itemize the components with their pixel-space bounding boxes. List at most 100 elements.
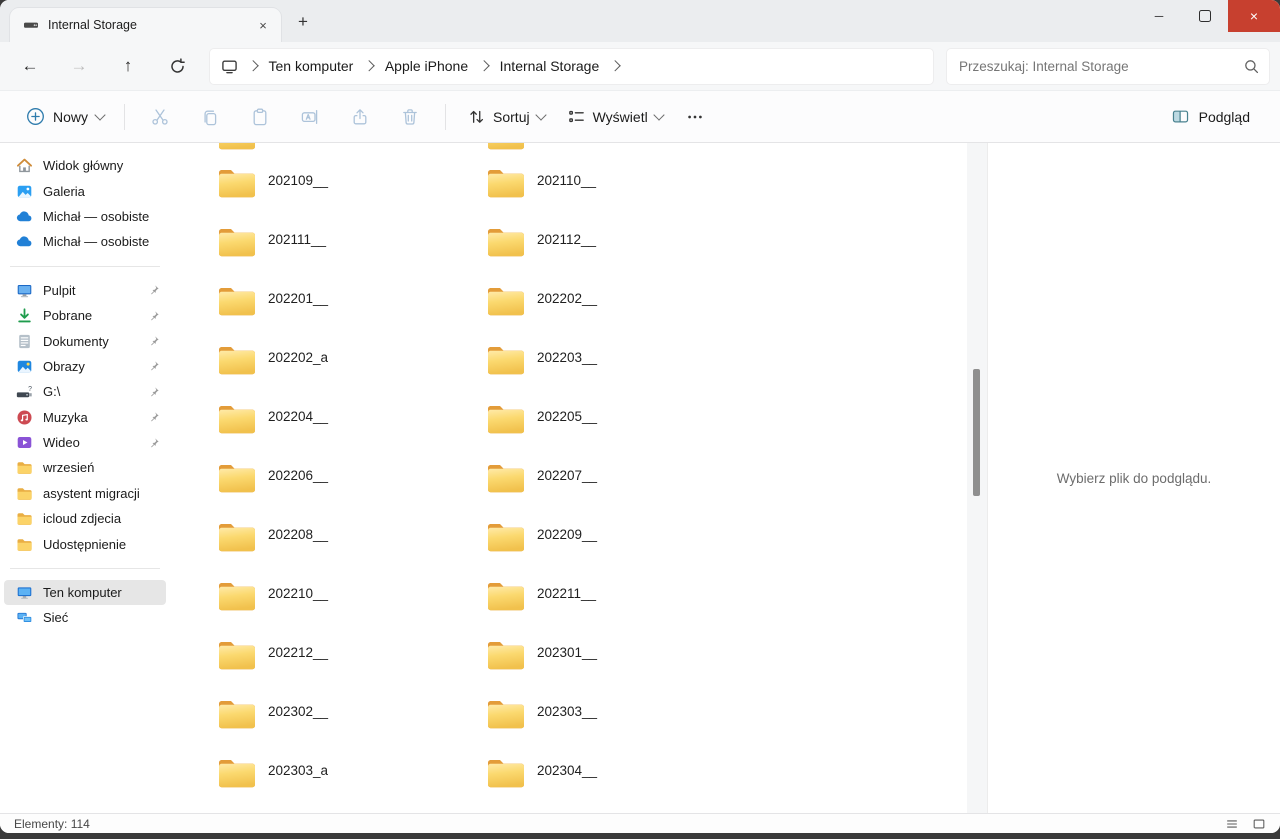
sort-button[interactable]: Sortuj bbox=[456, 99, 556, 135]
maximize-button[interactable] bbox=[1182, 0, 1228, 32]
sidebar-item[interactable]: Dokumenty bbox=[4, 328, 166, 353]
pin-icon bbox=[148, 386, 160, 398]
folder-name: 202206__ bbox=[268, 468, 328, 483]
folder-item[interactable]: 202302__ bbox=[217, 695, 486, 754]
scrollbar-track[interactable] bbox=[967, 143, 987, 813]
folder-item[interactable]: 202109__ bbox=[217, 164, 486, 223]
sidebar-item[interactable]: Widok główny bbox=[4, 153, 166, 178]
folder-item[interactable]: 202202_a bbox=[217, 341, 486, 400]
folder-icon bbox=[486, 697, 526, 730]
this-pc-icon bbox=[16, 584, 33, 601]
folder-item[interactable]: 202303__ bbox=[486, 695, 755, 754]
folder-item[interactable]: 202209__ bbox=[486, 518, 755, 577]
sidebar-item[interactable]: Sieć bbox=[4, 605, 166, 630]
folder-item[interactable]: 202301__ bbox=[486, 636, 755, 695]
sidebar-item[interactable]: Michał — osobiste bbox=[4, 204, 166, 229]
folder-item[interactable]: 202204__ bbox=[217, 400, 486, 459]
statusbar-thumb-icon[interactable] bbox=[1252, 817, 1266, 831]
folder-item[interactable]: 202304__ bbox=[486, 754, 755, 813]
statusbar-list-icon[interactable] bbox=[1225, 817, 1239, 831]
sidebar-item[interactable]: Galeria bbox=[4, 178, 166, 203]
view-button-label: Wyświetl bbox=[593, 109, 648, 125]
toolbar-separator bbox=[124, 104, 125, 130]
more-icon bbox=[686, 108, 704, 126]
folder-item[interactable]: 202303_a bbox=[217, 754, 486, 813]
sidebar-item[interactable]: Pobrane bbox=[4, 303, 166, 328]
folder-item[interactable]: 202201__ bbox=[217, 282, 486, 341]
tab-close-button[interactable]: × bbox=[251, 13, 275, 37]
folder-name: 202202__ bbox=[537, 291, 597, 306]
folder-small-icon bbox=[16, 485, 33, 502]
copy-icon[interactable] bbox=[185, 99, 235, 135]
folder-item-partial[interactable] bbox=[486, 143, 526, 151]
sidebar-item[interactable]: Udostępnienie bbox=[4, 531, 166, 556]
folder-name: 202109__ bbox=[268, 173, 328, 188]
pictures-icon bbox=[16, 358, 33, 375]
folder-item[interactable]: 202207__ bbox=[486, 459, 755, 518]
sidebar-item[interactable]: ? G:\ bbox=[4, 379, 166, 404]
folder-item[interactable]: 202210__ bbox=[217, 577, 486, 636]
folder-name: 202302__ bbox=[268, 704, 328, 719]
pin-icon bbox=[148, 411, 160, 423]
sidebar-item[interactable]: Muzyka bbox=[4, 405, 166, 430]
sidebar-item[interactable]: asystent migracji bbox=[4, 481, 166, 506]
tab-title: Internal Storage bbox=[48, 18, 251, 32]
window-controls: ─ × bbox=[1136, 0, 1280, 32]
sidebar-item[interactable]: Pulpit bbox=[4, 278, 166, 303]
folder-icon bbox=[217, 166, 257, 199]
explorer-tab[interactable]: Internal Storage × bbox=[10, 8, 281, 42]
folder-icon bbox=[486, 402, 526, 435]
view-button[interactable]: Wyświetl bbox=[556, 99, 674, 135]
share-icon[interactable] bbox=[335, 99, 385, 135]
refresh-icon bbox=[169, 58, 186, 75]
folder-icon bbox=[217, 461, 257, 494]
sort-button-label: Sortuj bbox=[493, 109, 530, 125]
breadcrumb-item[interactable]: Ten komputer bbox=[266, 57, 357, 75]
search-icon[interactable] bbox=[1243, 58, 1259, 74]
folder-item[interactable]: 202211__ bbox=[486, 577, 755, 636]
sidebar-item[interactable]: Michał — osobiste bbox=[4, 229, 166, 254]
folder-icon bbox=[217, 284, 257, 317]
preview-toggle-label: Podgląd bbox=[1199, 109, 1250, 125]
folder-icon bbox=[217, 143, 257, 151]
folder-name: 202303_a bbox=[268, 763, 328, 778]
new-button[interactable]: Nowy bbox=[16, 99, 114, 135]
folder-item[interactable]: 202208__ bbox=[217, 518, 486, 577]
back-button[interactable]: ← bbox=[12, 49, 48, 83]
folder-small-icon bbox=[16, 536, 33, 553]
folder-item[interactable]: 202111__ bbox=[217, 223, 486, 282]
folder-item[interactable]: 202203__ bbox=[486, 341, 755, 400]
folder-item[interactable]: 202110__ bbox=[486, 164, 755, 223]
folder-item-partial[interactable] bbox=[217, 143, 257, 151]
scrollbar-thumb[interactable] bbox=[973, 369, 980, 496]
music-icon bbox=[16, 409, 33, 426]
sidebar-item[interactable]: icloud zdjecia bbox=[4, 506, 166, 531]
preview-toggle-button[interactable]: Podgląd bbox=[1165, 99, 1256, 135]
folder-item[interactable]: 202202__ bbox=[486, 282, 755, 341]
folder-item[interactable]: 202206__ bbox=[217, 459, 486, 518]
refresh-button[interactable] bbox=[159, 49, 195, 83]
search-input[interactable] bbox=[957, 58, 1243, 75]
folder-item[interactable]: 202112__ bbox=[486, 223, 755, 282]
delete-icon[interactable] bbox=[385, 99, 435, 135]
new-tab-button[interactable]: + bbox=[287, 6, 319, 38]
cut-icon[interactable] bbox=[135, 99, 185, 135]
minimize-button[interactable]: ─ bbox=[1136, 0, 1182, 32]
sidebar-item[interactable]: wrzesień bbox=[4, 455, 166, 480]
breadcrumb-item[interactable]: Internal Storage bbox=[497, 57, 603, 75]
folder-item[interactable]: 202212__ bbox=[217, 636, 486, 695]
rename-icon[interactable] bbox=[285, 99, 335, 135]
address-bar[interactable]: Ten komputer Apple iPhone Internal Stora… bbox=[209, 48, 934, 85]
up-button[interactable]: ↑ bbox=[110, 49, 146, 83]
sidebar-item[interactable]: Obrazy bbox=[4, 354, 166, 379]
video-icon bbox=[16, 434, 33, 451]
sidebar-item[interactable]: Wideo bbox=[4, 430, 166, 455]
folder-item[interactable]: 202205__ bbox=[486, 400, 755, 459]
sidebar-item[interactable]: Ten komputer bbox=[4, 580, 166, 605]
close-button[interactable]: × bbox=[1228, 0, 1280, 32]
paste-icon[interactable] bbox=[235, 99, 285, 135]
breadcrumb-item[interactable]: Apple iPhone bbox=[382, 57, 471, 75]
forward-button[interactable]: → bbox=[61, 49, 97, 83]
more-options-button[interactable] bbox=[674, 99, 716, 135]
folder-icon bbox=[486, 520, 526, 553]
